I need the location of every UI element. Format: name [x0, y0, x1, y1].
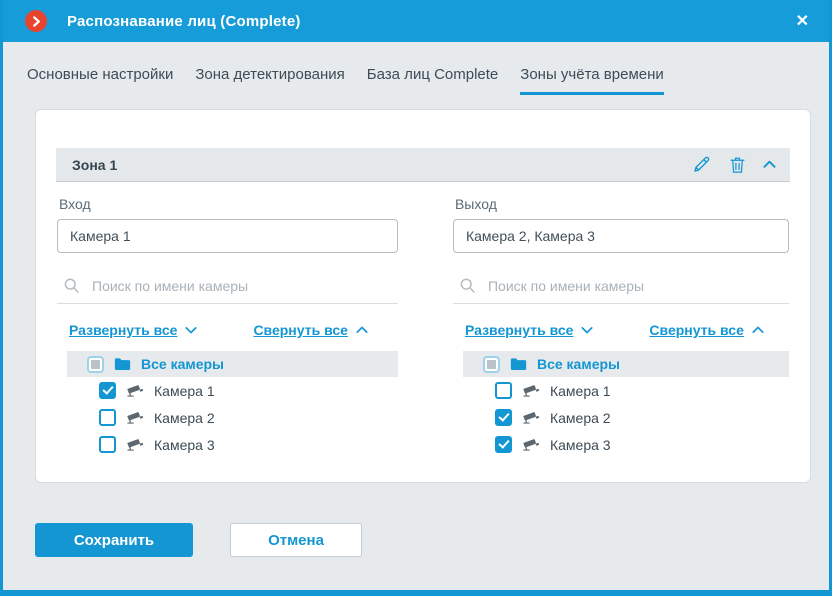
entry-tree-links: Развернуть все Свернуть все — [57, 322, 398, 338]
collapse-all-label: Свернуть все — [253, 322, 347, 338]
exit-column: Выход Развернуть все Свернуть все — [453, 196, 789, 458]
camera-label: Камера 1 — [550, 383, 611, 399]
camera-tree-item[interactable]: Камера 1 — [67, 377, 398, 404]
tab-basic-settings[interactable]: Основные настройки — [27, 66, 173, 95]
delete-zone-trash-icon[interactable] — [728, 155, 747, 175]
camera-checkbox[interactable] — [99, 409, 116, 426]
chevron-up-icon — [356, 326, 368, 334]
zone-card: Зона 1 Вход — [35, 109, 811, 483]
footer: Сохранить Отмена — [35, 523, 829, 557]
all-cameras-checkbox[interactable] — [483, 356, 500, 373]
app-logo-icon — [25, 10, 47, 32]
tab-time-tracking-zones[interactable]: Зоны учёта времени — [520, 66, 663, 95]
window-title: Распознавание лиц (Complete) — [67, 13, 301, 30]
camera-checkbox[interactable] — [99, 436, 116, 453]
expand-all-label: Развернуть все — [465, 322, 573, 338]
chevron-down-icon — [185, 326, 197, 334]
entry-camera-search — [57, 270, 398, 304]
camera-label: Камера 2 — [550, 410, 611, 426]
exit-label: Выход — [455, 196, 789, 212]
tab-face-database[interactable]: База лиц Complete — [367, 66, 499, 95]
zone-columns: Вход Развернуть все Свернуть все — [56, 196, 790, 458]
tab-detection-zone[interactable]: Зона детектирования — [195, 66, 344, 95]
cctv-camera-icon — [126, 437, 144, 452]
collapse-all-label: Свернуть все — [649, 322, 743, 338]
entry-cameras-input[interactable] — [57, 219, 398, 253]
camera-tree-item[interactable]: Камера 3 — [463, 431, 789, 458]
camera-label: Камера 3 — [550, 437, 611, 453]
search-icon — [63, 277, 80, 294]
expand-all-label: Развернуть все — [69, 322, 177, 338]
search-icon — [459, 277, 476, 294]
cctv-camera-icon — [522, 410, 540, 425]
folder-icon — [510, 357, 527, 371]
tree-root-all-cameras[interactable]: Все камеры — [67, 351, 398, 377]
camera-checkbox[interactable] — [495, 409, 512, 426]
camera-label: Камера 3 — [154, 437, 215, 453]
all-cameras-checkbox[interactable] — [87, 356, 104, 373]
chevron-down-icon — [581, 326, 593, 334]
expand-all-link[interactable]: Развернуть все — [69, 322, 197, 338]
camera-checkbox[interactable] — [495, 436, 512, 453]
cctv-camera-icon — [126, 410, 144, 425]
zone-actions — [691, 154, 776, 175]
cctv-camera-icon — [522, 437, 540, 452]
cancel-button[interactable]: Отмена — [230, 523, 362, 557]
camera-tree-item[interactable]: Камера 2 — [463, 404, 789, 431]
exit-cameras-input[interactable] — [453, 219, 789, 253]
close-icon[interactable]: ✕ — [792, 9, 813, 33]
dialog-window: Распознавание лиц (Complete) ✕ Основные … — [0, 0, 832, 596]
folder-icon — [114, 357, 131, 371]
camera-tree-item[interactable]: Камера 2 — [67, 404, 398, 431]
all-cameras-label: Все камеры — [537, 356, 620, 372]
exit-camera-tree: Все камеры Камера 1 Каме — [463, 351, 789, 458]
all-cameras-label: Все камеры — [141, 356, 224, 372]
entry-column: Вход Развернуть все Свернуть все — [57, 196, 398, 458]
camera-label: Камера 2 — [154, 410, 215, 426]
camera-checkbox[interactable] — [495, 382, 512, 399]
edit-zone-pencil-icon[interactable] — [691, 154, 712, 175]
zone-title: Зона 1 — [72, 157, 117, 173]
tree-root-all-cameras[interactable]: Все камеры — [463, 351, 789, 377]
tab-bar: Основные настройки Зона детектирования Б… — [3, 42, 829, 95]
cctv-camera-icon — [522, 383, 540, 398]
cctv-camera-icon — [126, 383, 144, 398]
save-button[interactable]: Сохранить — [35, 523, 193, 557]
expand-all-link[interactable]: Развернуть все — [465, 322, 593, 338]
camera-tree-item[interactable]: Камера 1 — [463, 377, 789, 404]
collapse-zone-chevron-up-icon[interactable] — [763, 160, 776, 169]
exit-tree-links: Развернуть все Свернуть все — [453, 322, 789, 338]
collapse-all-link[interactable]: Свернуть все — [253, 322, 367, 338]
exit-camera-search — [453, 270, 789, 304]
entry-camera-search-input[interactable] — [92, 278, 396, 294]
camera-checkbox[interactable] — [99, 382, 116, 399]
chevron-up-icon — [752, 326, 764, 334]
entry-camera-tree: Все камеры Камера 1 Каме — [67, 351, 398, 458]
camera-label: Камера 1 — [154, 383, 215, 399]
exit-camera-search-input[interactable] — [488, 278, 787, 294]
camera-tree-item[interactable]: Камера 3 — [67, 431, 398, 458]
entry-label: Вход — [59, 196, 398, 212]
zone-header: Зона 1 — [56, 148, 790, 182]
titlebar: Распознавание лиц (Complete) ✕ — [3, 0, 829, 42]
collapse-all-link[interactable]: Свернуть все — [649, 322, 763, 338]
